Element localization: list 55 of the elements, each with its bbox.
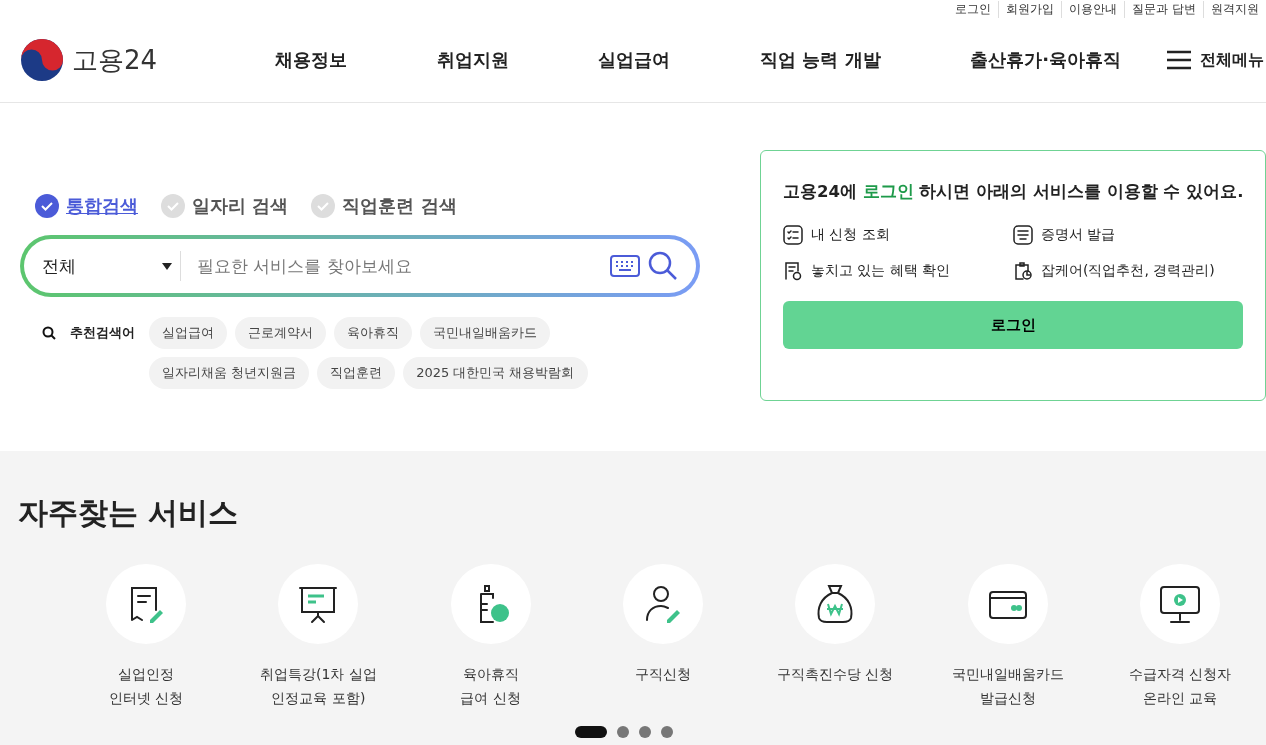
logo-text: 고용24 [72,43,158,77]
keyword-chip[interactable]: 근로계약서 [235,317,326,349]
section-title: 자주찾는 서비스 [18,494,240,532]
service-label[interactable]: 구직촉진수당 신청 [777,662,894,686]
keyword-chip[interactable]: 일자리채움 청년지원금 [149,357,310,389]
service-label[interactable]: 구직신청 [635,662,691,686]
service-label[interactable]: 국민내일배움카드 발급신청 [951,662,1064,710]
page-dot[interactable] [639,726,651,738]
utility-link[interactable]: 질문과 답변 [1124,0,1203,18]
keyword-chip[interactable]: 국민내일배움카드 [420,317,550,349]
search-icon[interactable] [648,251,678,281]
clipboard-icon [1013,261,1033,281]
category-dropdown[interactable]: 전체 [42,251,181,281]
search-tab[interactable]: 일자리 검색 [160,193,289,219]
nav-link[interactable]: 채용정보 [274,48,347,72]
page-dot[interactable] [617,726,629,738]
service-label[interactable]: 실업인정 인터넷 신청 [108,662,184,710]
utility-link[interactable]: 로그인 [948,0,999,18]
keyboard-icon[interactable] [610,255,640,277]
service-link[interactable]: 내 신청 조회 [783,225,1013,245]
keyword-chip[interactable]: 2025 대한민국 채용박람회 [403,357,588,389]
search-icon [42,326,56,340]
keyword-chip[interactable]: 육아휴직 [334,317,412,349]
service-label[interactable]: 육아휴직 급여 신청 [460,662,521,710]
search-tab[interactable]: 직업훈련 검색 [310,193,457,219]
login-button[interactable]: 로그인 [783,301,1243,349]
search-field[interactable]: 전체 필요한 서비스를 찾아보세요 [20,235,700,297]
menu-icon [1166,50,1192,70]
service-label[interactable]: 수급자격 신청자 온라인 교육 [1128,662,1232,710]
all-menu-button[interactable]: 전체메뉴 [1166,49,1266,71]
nav-link[interactable]: 취업지원 [436,48,509,72]
check-circle-icon [310,193,337,219]
nav-link[interactable]: 출산휴가·육아휴직 [970,48,1122,72]
utility-link[interactable]: 회원가입 [998,0,1062,18]
caret-icon [162,262,172,270]
service-label[interactable]: 취업특강(1차 실업 인정교육 포함) [260,662,377,710]
keyword-chip[interactable]: 직업훈련 [317,357,396,389]
check-circle-icon [34,193,60,219]
service-link[interactable]: 증명서 발급 [1013,225,1243,245]
page-dot[interactable] [661,726,673,738]
nav-link[interactable]: 실업급여 [598,48,671,72]
recommended-label: 추천검색어 [70,324,135,342]
receipt-icon [783,261,803,281]
service-link[interactable]: 놓치고 있는 혜택 확인 [783,261,1013,281]
checklist-icon [783,225,803,245]
check-circle-icon [160,193,186,219]
service-link[interactable]: 잡케어(직업추천, 경력관리) [1013,261,1243,281]
utility-link[interactable]: 이용안내 [1061,0,1125,18]
search-tab[interactable]: 통합검색 [34,193,138,219]
keyword-chip[interactable]: 실업급여 [149,317,227,349]
nav-link[interactable]: 직업 능력 개발 [760,48,881,72]
certificate-icon [1013,225,1033,245]
utility-link[interactable]: 원격지원 [1203,0,1266,18]
login-card-title: 고용24에 로그인 하시면 아래의 서비스를 이용할 수 있어요. [783,181,1243,203]
taegeuk-logo-icon [20,38,64,82]
